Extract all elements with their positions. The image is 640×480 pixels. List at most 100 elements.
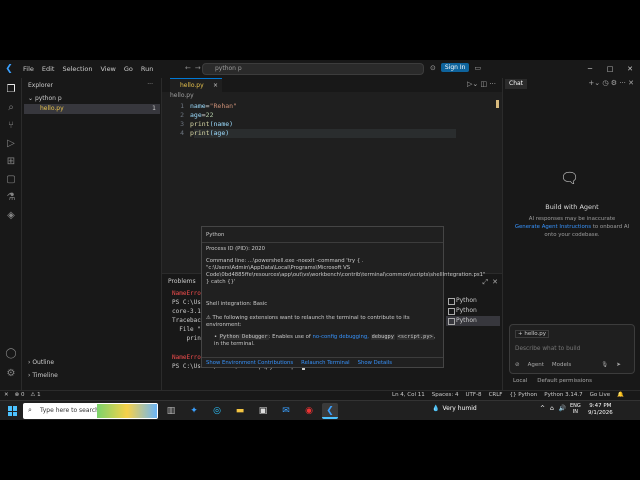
workspace-folder[interactable]: ⌄ python p xyxy=(28,95,62,102)
python-icon[interactable]: ◈ xyxy=(5,210,17,222)
explorer-sidebar: Explorer ··· ⌄ python p hello.py 1 › Out… xyxy=(22,78,162,390)
code-line[interactable]: 2 age=22 xyxy=(170,111,213,120)
vscode-taskbar-icon[interactable]: ❮ xyxy=(322,403,338,419)
run-file-icon[interactable]: ▷⌄ xyxy=(467,80,478,88)
clock[interactable]: 9:47 PM 9/1/2026 xyxy=(588,403,613,417)
chat-settings-icon[interactable]: ⚙ xyxy=(611,79,617,87)
terminal-item[interactable]: Python xyxy=(446,306,500,316)
errors-count[interactable]: ⊗ 0 xyxy=(15,392,25,398)
permissions-option[interactable]: Default permissions xyxy=(537,378,592,384)
code-line[interactable]: 1 name="Rehan" xyxy=(170,102,237,111)
ext-code: <script.py> xyxy=(396,334,434,340)
breadcrumb-file[interactable]: hello.py xyxy=(170,92,194,99)
more-chat-icon[interactable]: ··· xyxy=(619,79,628,87)
system-tray: ^ ⌂ 🔊 xyxy=(540,405,566,412)
tab-hello-py[interactable]: hello.py × xyxy=(170,78,222,92)
volume-icon[interactable]: 🔊 xyxy=(559,405,566,412)
maximize-icon[interactable]: □ xyxy=(600,60,620,78)
search-icon[interactable]: ⌕ xyxy=(5,102,17,114)
language-indicator[interactable]: ENG IN xyxy=(570,403,581,415)
history-icon[interactable]: ◷ xyxy=(602,79,610,87)
more-actions-icon[interactable]: ··· xyxy=(147,81,153,88)
close-tab-icon[interactable]: × xyxy=(213,79,218,92)
account-icon[interactable]: ◯ xyxy=(5,348,17,360)
tab-problems[interactable]: Problems xyxy=(168,278,196,285)
hover-pid: Process ID (PID): 2020 xyxy=(206,246,266,252)
windows-start-icon[interactable] xyxy=(8,406,18,416)
agent-mode[interactable]: Agent xyxy=(528,362,544,368)
close-panel-icon[interactable]: ✕ xyxy=(492,278,498,287)
generate-instructions-link[interactable]: Generate Agent Instructions xyxy=(515,224,591,230)
no-config-link[interactable]: no-config debugging, xyxy=(312,334,368,340)
mail-icon[interactable]: ✉ xyxy=(278,403,294,419)
indentation[interactable]: Spaces: 4 xyxy=(432,392,459,398)
status-right: Ln 4, Col 11 Spaces: 4 UTF-8 CRLF {} Pyt… xyxy=(392,392,624,398)
copilot-app-icon[interactable]: ✦ xyxy=(186,403,202,419)
close-window-icon[interactable]: ✕ xyxy=(620,60,640,78)
send-icon[interactable]: ➤ xyxy=(616,362,621,368)
encoding[interactable]: UTF-8 xyxy=(466,392,482,398)
extensions-icon[interactable]: ⊞ xyxy=(5,156,17,168)
store-icon[interactable]: ▣ xyxy=(255,403,271,419)
manage-gear-icon[interactable]: ⚙ xyxy=(5,368,17,380)
file-explorer-icon[interactable]: ▬ xyxy=(232,403,248,419)
outline-section[interactable]: › Outline xyxy=(28,359,54,366)
local-option[interactable]: Local xyxy=(513,378,527,384)
chat-input-box[interactable]: + hello.py Describe what to build ⊘ Agen… xyxy=(509,324,635,374)
layout-icon[interactable]: ▭ xyxy=(474,64,481,72)
new-chat-icon[interactable]: +⌄ xyxy=(588,79,600,87)
task-view-icon[interactable]: ▥ xyxy=(163,403,179,419)
menu-go[interactable]: Go xyxy=(120,65,137,73)
line-endings[interactable]: CRLF xyxy=(489,392,503,398)
signin-button[interactable]: Sign In xyxy=(440,63,470,72)
copilot-icon[interactable]: ⊙ xyxy=(430,64,436,72)
tray-expand-icon[interactable]: ^ xyxy=(540,405,545,412)
minimize-icon[interactable]: ─ xyxy=(580,60,600,78)
attach-icon[interactable]: ⊘ xyxy=(515,362,520,368)
terminal-item[interactable]: Python xyxy=(446,316,500,326)
maximize-panel-icon[interactable]: ⤢ xyxy=(483,278,489,287)
more-editor-actions-icon[interactable]: ··· xyxy=(489,80,496,88)
tab-chat[interactable]: Chat xyxy=(505,79,528,89)
edge-icon[interactable]: ◎ xyxy=(209,403,225,419)
command-center[interactable]: python p xyxy=(202,63,424,75)
code-line[interactable]: 3 print(name) xyxy=(170,120,233,129)
source-control-icon[interactable]: ⑂ xyxy=(5,120,17,132)
code-token: (age) xyxy=(209,129,230,137)
close-chat-icon[interactable]: ✕ xyxy=(628,79,634,87)
taskbar-search[interactable]: ⌕ Type here to search xyxy=(23,403,158,419)
relaunch-terminal-link[interactable]: Relaunch Terminal xyxy=(301,360,349,366)
menu-edit[interactable]: Edit xyxy=(38,65,59,73)
remote-icon[interactable]: ✕ xyxy=(4,392,9,398)
split-editor-icon[interactable]: ◫ xyxy=(480,80,489,88)
weather-widget[interactable]: 💧 Very humid xyxy=(432,405,477,412)
show-details-link[interactable]: Show Details xyxy=(358,360,392,366)
go-live[interactable]: Go Live xyxy=(590,392,611,398)
menu-run[interactable]: Run xyxy=(137,65,157,73)
context-chip[interactable]: + hello.py xyxy=(515,330,550,338)
mic-icon[interactable]: 🎙 xyxy=(601,362,608,368)
remote-explorer-icon[interactable]: ▢ xyxy=(5,174,17,186)
menu-selection[interactable]: Selection xyxy=(58,65,96,73)
chrome-icon[interactable]: ◉ xyxy=(301,403,317,419)
notifications-icon[interactable]: 🔔 xyxy=(617,392,624,398)
code-line[interactable]: 4 print(age) xyxy=(170,129,229,138)
menu-view[interactable]: View xyxy=(96,65,119,73)
show-env-link[interactable]: Show Environment Contributions xyxy=(206,360,293,366)
scrollbar-marker[interactable] xyxy=(496,100,499,108)
network-icon[interactable]: ⌂ xyxy=(550,405,554,412)
breadcrumb[interactable]: hello.py xyxy=(170,92,194,99)
language-mode[interactable]: {} Python xyxy=(509,392,537,398)
warnings-count[interactable]: ⚠ 1 xyxy=(30,392,40,398)
chat-input-placeholder[interactable]: Describe what to build xyxy=(515,346,580,352)
file-item-hello[interactable]: hello.py 1 xyxy=(24,104,160,114)
python-interpreter[interactable]: Python 3.14.7 xyxy=(544,392,582,398)
cursor-position[interactable]: Ln 4, Col 11 xyxy=(392,392,425,398)
terminal-item[interactable]: Python xyxy=(446,296,500,306)
testing-icon[interactable]: ⚗ xyxy=(5,192,17,204)
explorer-icon[interactable]: ❐ xyxy=(5,84,17,96)
models-picker[interactable]: Models xyxy=(552,362,571,368)
run-debug-icon[interactable]: ▷ xyxy=(5,138,17,150)
timeline-section[interactable]: › Timeline xyxy=(28,372,58,379)
menu-file[interactable]: File xyxy=(19,65,38,73)
